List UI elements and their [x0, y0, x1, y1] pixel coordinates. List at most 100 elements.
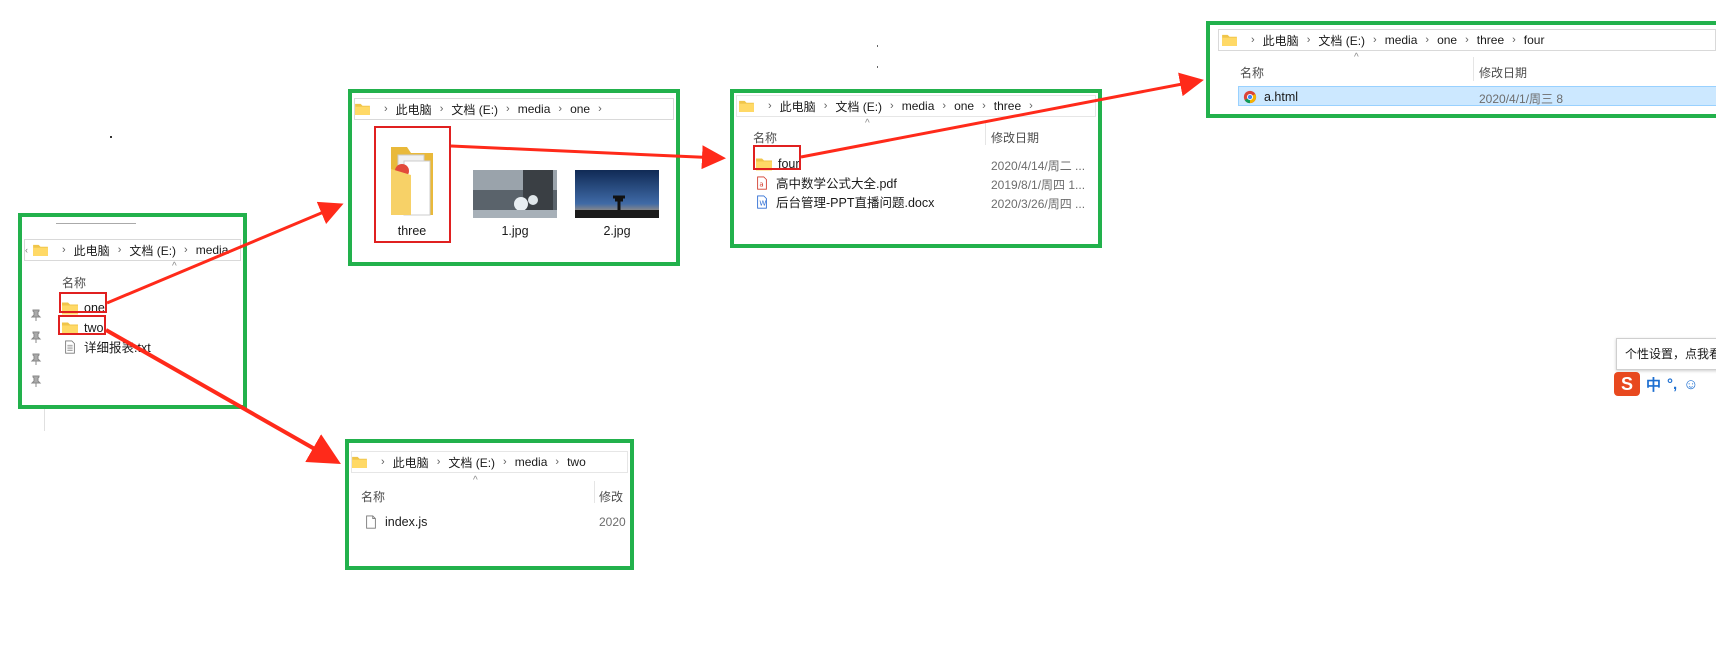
highlight-one: [59, 292, 107, 313]
highlight-three: [374, 126, 451, 243]
folder-icon: [355, 103, 370, 115]
sort-indicator-icon: ^: [172, 261, 177, 272]
ime-tooltip: 个性设置，点我看: [1616, 338, 1716, 370]
svg-text:a: a: [759, 180, 763, 188]
column-header-date[interactable]: 修改日期: [1479, 64, 1527, 81]
breadcrumb-segment[interactable]: media: [1385, 33, 1418, 47]
item-date: 2020/4/14/周二 ...: [991, 159, 1086, 173]
address-bar[interactable]: › 此电脑 › 文档 (E:) › media › one ›: [354, 98, 674, 120]
breadcrumb-separator: ›: [439, 103, 444, 115]
folder-icon: [352, 456, 367, 468]
breadcrumb-separator: ›: [555, 456, 560, 468]
pin-icon[interactable]: [30, 353, 42, 365]
breadcrumb-separator: ›: [503, 456, 507, 468]
breadcrumb-separator: ›: [184, 244, 188, 256]
breadcrumb-segment[interactable]: two: [567, 455, 586, 469]
breadcrumb-separator: ›: [1425, 34, 1430, 46]
breadcrumb-separator: ›: [1251, 34, 1255, 46]
item-name[interactable]: 1.jpg: [473, 224, 557, 238]
breadcrumb-separator: ›: [598, 103, 602, 115]
image-thumbnail-2[interactable]: [575, 170, 659, 218]
breadcrumb-segment[interactable]: 此电脑: [396, 101, 432, 118]
sogou-logo-icon[interactable]: S: [1614, 372, 1640, 396]
chevron-left-icon: ‹: [25, 245, 28, 255]
sort-indicator-icon: ^: [1354, 52, 1359, 63]
breadcrumb-segment[interactable]: three: [994, 99, 1021, 113]
breadcrumb-segment[interactable]: one: [570, 102, 590, 116]
column-divider[interactable]: [985, 123, 986, 145]
address-bar[interactable]: › 此电脑 › 文档 (E:) › media › one › three › …: [1218, 29, 1716, 51]
breadcrumb-separator: ›: [768, 100, 772, 112]
breadcrumb-segment[interactable]: 此电脑: [1263, 32, 1299, 49]
item-name: a.html: [1264, 89, 1299, 104]
pin-icon[interactable]: [30, 375, 42, 387]
folder-icon: [33, 244, 48, 256]
folder-icon: [1222, 34, 1237, 46]
column-header-name[interactable]: 名称: [753, 129, 777, 146]
svg-text:W: W: [759, 199, 766, 207]
column-divider[interactable]: [1473, 57, 1474, 81]
ime-punctuation-toggle[interactable]: °,: [1667, 376, 1677, 393]
item-name[interactable]: 2.jpg: [575, 224, 659, 238]
breadcrumb-separator: ›: [1373, 34, 1377, 46]
stray-dot: [877, 45, 878, 47]
breadcrumb-segment[interactable]: 文档 (E:): [1318, 32, 1365, 49]
stray-dot: [877, 66, 878, 68]
ime-emoji-icon[interactable]: ☺: [1683, 376, 1698, 393]
address-bar[interactable]: ‹ › 此电脑 › 文档 (E:) › media: [24, 239, 241, 261]
chrome-icon: [1243, 90, 1257, 103]
column-header-name[interactable]: 名称: [361, 488, 385, 505]
list-item-html[interactable]: a.html: [1242, 87, 1298, 106]
pin-icon[interactable]: [30, 309, 42, 321]
breadcrumb-segment[interactable]: three: [1477, 33, 1504, 47]
breadcrumb-segment[interactable]: one: [954, 99, 974, 113]
column-header-date[interactable]: 修改: [599, 488, 623, 505]
pdf-file-icon: a: [757, 175, 767, 190]
breadcrumb-segment[interactable]: 文档 (E:): [448, 454, 495, 471]
column-header-name[interactable]: 名称: [1240, 64, 1264, 81]
column-header-name[interactable]: 名称: [62, 274, 86, 291]
list-item-txt[interactable]: 详细报表.txt: [62, 337, 151, 356]
selected-row[interactable]: [1238, 86, 1716, 106]
highlight-two: [58, 315, 106, 335]
left-window-edge: [44, 409, 45, 431]
breadcrumb-separator: ›: [1029, 100, 1033, 112]
breadcrumb-segment[interactable]: media: [518, 102, 551, 116]
item-date: 2020/4/1/周三 8: [1479, 92, 1564, 106]
ime-toolbar[interactable]: S 中 °, ☺: [1614, 372, 1699, 396]
ime-mode-toggle[interactable]: 中: [1646, 374, 1661, 395]
list-item-pdf[interactable]: a 高中数学公式大全.pdf: [754, 173, 897, 192]
item-date: 2019/8/1/周四 1...: [991, 178, 1086, 192]
ribbon-remnant: [56, 217, 136, 224]
breadcrumb-separator: ›: [823, 100, 828, 112]
breadcrumb-segment[interactable]: 此电脑: [780, 98, 816, 115]
item-name: 后台管理-PPT直播问题.docx: [776, 196, 935, 210]
breadcrumb-segment[interactable]: four: [1524, 33, 1545, 47]
breadcrumb-segment[interactable]: one: [1437, 33, 1457, 47]
two-window: › 此电脑 › 文档 (E:) › media › two ^ 名称 修改 in…: [345, 439, 634, 570]
address-bar[interactable]: › 此电脑 › 文档 (E:) › media › one › three ›: [736, 95, 1096, 117]
text-file-icon: [65, 339, 75, 354]
breadcrumb-separator: ›: [890, 100, 894, 112]
pin-icon[interactable]: [30, 331, 42, 343]
breadcrumb-segment[interactable]: 文档 (E:): [451, 101, 498, 118]
column-header-date[interactable]: 修改日期: [991, 129, 1039, 146]
image-thumbnail-1[interactable]: [473, 170, 557, 218]
breadcrumb-separator: ›: [381, 456, 385, 468]
item-name: 详细报表.txt: [84, 341, 151, 355]
column-divider[interactable]: [594, 481, 595, 503]
breadcrumb-segment[interactable]: 文档 (E:): [835, 98, 882, 115]
breadcrumb-segment[interactable]: 文档 (E:): [129, 242, 176, 259]
breadcrumb-separator: ›: [1306, 34, 1311, 46]
breadcrumb-segment[interactable]: media: [515, 455, 548, 469]
list-item-js[interactable]: index.js: [363, 512, 427, 531]
breadcrumb-segment[interactable]: 此电脑: [393, 454, 429, 471]
breadcrumb-segment[interactable]: media: [196, 243, 229, 257]
file-icon: [366, 514, 376, 529]
breadcrumb-segment[interactable]: media: [902, 99, 935, 113]
breadcrumb-segment[interactable]: 此电脑: [74, 242, 110, 259]
breadcrumb-separator: ›: [384, 103, 388, 115]
address-bar[interactable]: › 此电脑 › 文档 (E:) › media › two: [351, 451, 628, 473]
list-item-docx[interactable]: W 后台管理-PPT直播问题.docx: [754, 192, 934, 211]
four-window: › 此电脑 › 文档 (E:) › media › one › three › …: [1206, 21, 1716, 118]
